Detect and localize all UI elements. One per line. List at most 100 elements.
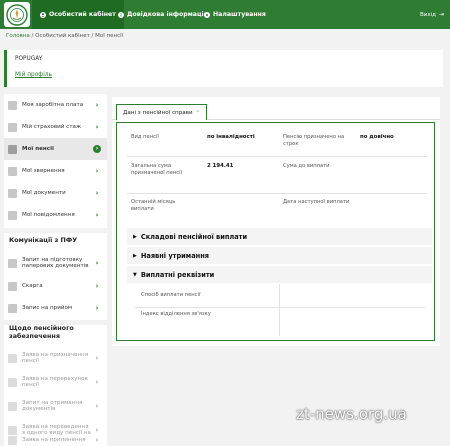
divider bbox=[135, 307, 425, 308]
sidebar-item-label: Запит на отримання документів bbox=[22, 399, 83, 412]
sidebar-item-label: Мої повідомлення bbox=[22, 211, 75, 218]
nav-reference-info[interactable]: Довідкова інформація bbox=[118, 0, 208, 29]
pension-file-panel: Вид пенсії по інвалідності Пенсію призна… bbox=[116, 122, 435, 341]
last-month-label: Останній місяць виплати bbox=[131, 199, 176, 213]
gear-icon bbox=[204, 11, 210, 18]
pension-content: Дані з пенсійної справи ⌃ Вид пенсії по … bbox=[112, 97, 440, 346]
sidebar-item-documents[interactable]: Мої документи › bbox=[4, 182, 107, 204]
sidebar-section-pfu: Комунікації з ПФУ bbox=[9, 236, 78, 244]
sidebar-item-paper-docs-request[interactable]: Запит на підготовку паперових документів… bbox=[4, 251, 107, 275]
appeal-icon bbox=[8, 166, 17, 176]
caret-right-icon: ▶ bbox=[133, 252, 137, 259]
next-date-label: Дата наступної виплати bbox=[283, 199, 350, 205]
breadcrumb-cabinet[interactable]: Особистий кабінет bbox=[35, 33, 90, 39]
payment-method-label: Спосіб виплати пенсії bbox=[141, 292, 201, 298]
granted-term-label: Пенсію призначено на строк bbox=[283, 134, 345, 148]
nav-personal-cabinet[interactable]: Особистий кабінет bbox=[32, 0, 124, 29]
section-label: Складові пенсійної виплати bbox=[140, 232, 248, 241]
message-icon bbox=[8, 210, 17, 220]
sidebar-item-salary[interactable]: Моя заробітна плата › bbox=[4, 94, 107, 116]
chevron-right-icon: › bbox=[95, 259, 99, 267]
sidebar-item-insurance-record[interactable]: Мій страховий стаж › bbox=[4, 116, 107, 138]
sidebar-item-recalculation[interactable]: Заява на перерахунок пенсії › bbox=[4, 370, 107, 394]
sidebar-item-label: Мій страховий стаж bbox=[22, 123, 81, 130]
info-icon bbox=[118, 11, 124, 18]
sidebar-item-label: Заява на перерахунок пенсії bbox=[22, 375, 88, 388]
sidebar-item-label: Мої пенсії bbox=[22, 145, 54, 152]
postal-index-label: Індекс відділення зв'язку bbox=[141, 311, 211, 317]
chevron-right-icon: › bbox=[95, 189, 99, 197]
caret-down-icon: ▼ bbox=[133, 271, 137, 278]
to-pay-label: Сума до виплати bbox=[283, 163, 330, 169]
chevron-right-icon: › bbox=[95, 101, 99, 109]
chevron-up-icon: ⌃ bbox=[195, 109, 200, 116]
section-pension-components[interactable]: ▶ Складові пенсійної виплати bbox=[127, 228, 432, 245]
sidebar-item-label: Мої звернення bbox=[22, 167, 65, 174]
divider bbox=[127, 193, 427, 194]
chevron-right-icon: › bbox=[95, 354, 99, 362]
user-icon bbox=[40, 11, 46, 18]
caret-right-icon: ▶ bbox=[133, 233, 137, 240]
sidebar-item-appeals[interactable]: Мої звернення › bbox=[4, 160, 107, 182]
tab-label: Дані з пенсійної справи bbox=[123, 109, 193, 116]
sidebar-item-label: Мої документи bbox=[22, 189, 66, 196]
chevron-right-icon: › bbox=[95, 378, 99, 386]
sidebar-item-complaint[interactable]: Скарга › bbox=[4, 275, 107, 297]
section-payment-requisites[interactable]: ▼ Виплатні реквізити bbox=[127, 266, 432, 283]
payment-requisites-body: Спосіб виплати пенсії Індекс відділення … bbox=[127, 284, 432, 336]
sidebar-item-termination[interactable]: Заява на припинення › bbox=[4, 434, 107, 446]
chevron-right-icon: › bbox=[95, 282, 99, 290]
sidebar-divider bbox=[4, 228, 107, 233]
form-icon bbox=[8, 353, 17, 363]
chevron-right-icon: › bbox=[95, 167, 99, 175]
sidebar-item-appointment[interactable]: Запис на прийом › bbox=[4, 297, 107, 319]
tab-pension-file-data[interactable]: Дані з пенсійної справи ⌃ bbox=[116, 104, 207, 120]
granted-term-value: по довічно bbox=[360, 134, 394, 140]
chevron-right-icon: › bbox=[95, 211, 99, 219]
sidebar: Моя заробітна плата › Мій страховий стаж… bbox=[4, 94, 107, 446]
sidebar-section-pension: Щодо пенсійного забезпечення bbox=[9, 324, 74, 341]
sidebar-item-pension-application[interactable]: Заява на призначення пенсії › bbox=[4, 346, 107, 370]
wallet-icon bbox=[8, 100, 17, 110]
sidebar-item-label: Скарга bbox=[22, 282, 43, 289]
document-icon bbox=[8, 122, 17, 132]
sidebar-item-label: Заява на призначення пенсії bbox=[22, 351, 89, 364]
breadcrumb: Головна / Особистий кабінет / Мої пенсії bbox=[6, 33, 123, 39]
pfu-logo[interactable] bbox=[4, 2, 30, 27]
pension-type-label: Вид пенсії bbox=[131, 134, 159, 140]
form-icon bbox=[8, 377, 17, 387]
chevron-right-icon: › bbox=[93, 145, 101, 153]
form-icon bbox=[8, 401, 17, 411]
nav-label: Налаштування bbox=[213, 11, 266, 18]
top-navbar: Особистий кабінет Довідкова інформація Н… bbox=[0, 0, 450, 29]
pension-type-value: по інвалідності bbox=[207, 134, 255, 140]
breadcrumb-home[interactable]: Головна bbox=[6, 33, 30, 39]
pension-icon bbox=[8, 144, 17, 154]
chevron-right-icon: › bbox=[95, 426, 99, 434]
watermark: zt-news.org.ua bbox=[296, 405, 407, 423]
nav-settings[interactable]: Налаштування bbox=[204, 0, 266, 29]
chevron-right-icon: › bbox=[95, 304, 99, 312]
exit-button[interactable]: Вихід ⇥ bbox=[420, 0, 444, 29]
sidebar-item-get-documents[interactable]: Запит на отримання документів › bbox=[4, 394, 107, 418]
nav-label: Особистий кабінет bbox=[49, 11, 116, 18]
nav-label: Довідкова інформація bbox=[127, 11, 208, 18]
sidebar-item-messages[interactable]: Мої повідомлення › bbox=[4, 204, 107, 226]
folder-icon bbox=[8, 188, 17, 198]
exit-icon: ⇥ bbox=[438, 11, 444, 18]
section-label: Виплатні реквізити bbox=[140, 270, 215, 279]
form-icon bbox=[8, 435, 17, 445]
total-amount-value: 2 194.41 bbox=[207, 163, 234, 169]
sidebar-item-pensions[interactable]: Мої пенсії › bbox=[4, 138, 107, 160]
profile-card: POPUGAY Мій профіль bbox=[4, 50, 443, 87]
breadcrumb-current: Мої пенсії bbox=[95, 33, 124, 39]
divider bbox=[127, 156, 427, 157]
sidebar-item-label: Заява на припинення bbox=[22, 436, 86, 443]
my-profile-link[interactable]: Мій профіль bbox=[15, 72, 52, 78]
complaint-icon bbox=[8, 281, 17, 291]
sidebar-item-label: Запис на прийом bbox=[22, 304, 73, 311]
profile-name: POPUGAY bbox=[15, 56, 43, 62]
sidebar-item-label: Запит на підготовку паперових документів bbox=[22, 256, 89, 269]
paper-icon bbox=[8, 258, 17, 268]
section-deductions[interactable]: ▶ Наявні утримання bbox=[127, 247, 432, 264]
